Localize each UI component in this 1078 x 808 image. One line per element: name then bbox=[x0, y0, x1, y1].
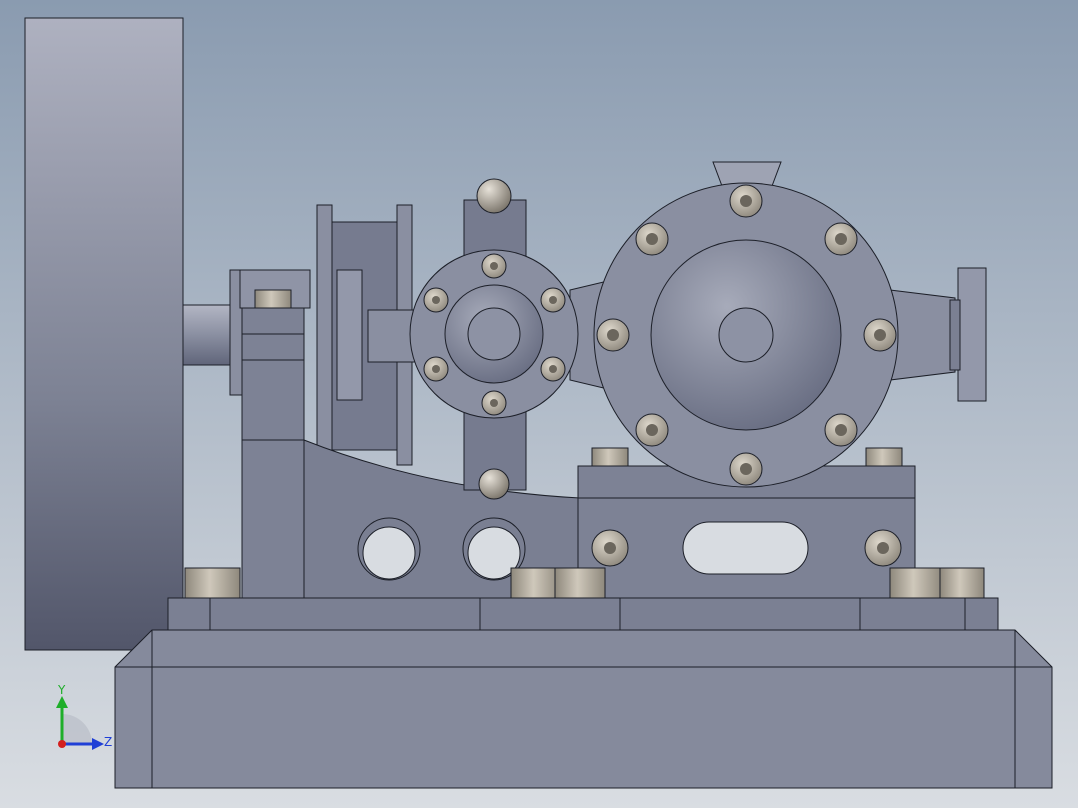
eccentric-disc bbox=[336, 269, 363, 401]
flywheel[interactable] bbox=[24, 17, 184, 651]
cylinder-slot bbox=[682, 521, 809, 575]
bottom-nut bbox=[478, 468, 510, 500]
exhaust-pipe bbox=[889, 289, 956, 381]
3d-viewport[interactable]: Y Z bbox=[0, 0, 1078, 808]
y-axis-label: Y bbox=[57, 683, 66, 697]
y-arrowhead bbox=[56, 696, 68, 708]
pulley-outer-left bbox=[316, 204, 333, 466]
triad-plane bbox=[62, 714, 92, 744]
baseplate[interactable] bbox=[114, 629, 1053, 789]
base-rail bbox=[167, 597, 999, 631]
bearing-pedestal[interactable] bbox=[241, 307, 305, 599]
top-nut bbox=[476, 178, 512, 214]
z-arrowhead bbox=[92, 738, 104, 750]
z-axis-label: Z bbox=[104, 735, 112, 749]
inlet-funnel bbox=[712, 161, 782, 187]
exhaust-flange[interactable] bbox=[957, 267, 987, 402]
orientation-triad[interactable]: Y Z bbox=[40, 680, 130, 770]
engine-model[interactable] bbox=[0, 0, 1078, 808]
x-axis-dot bbox=[58, 740, 66, 748]
